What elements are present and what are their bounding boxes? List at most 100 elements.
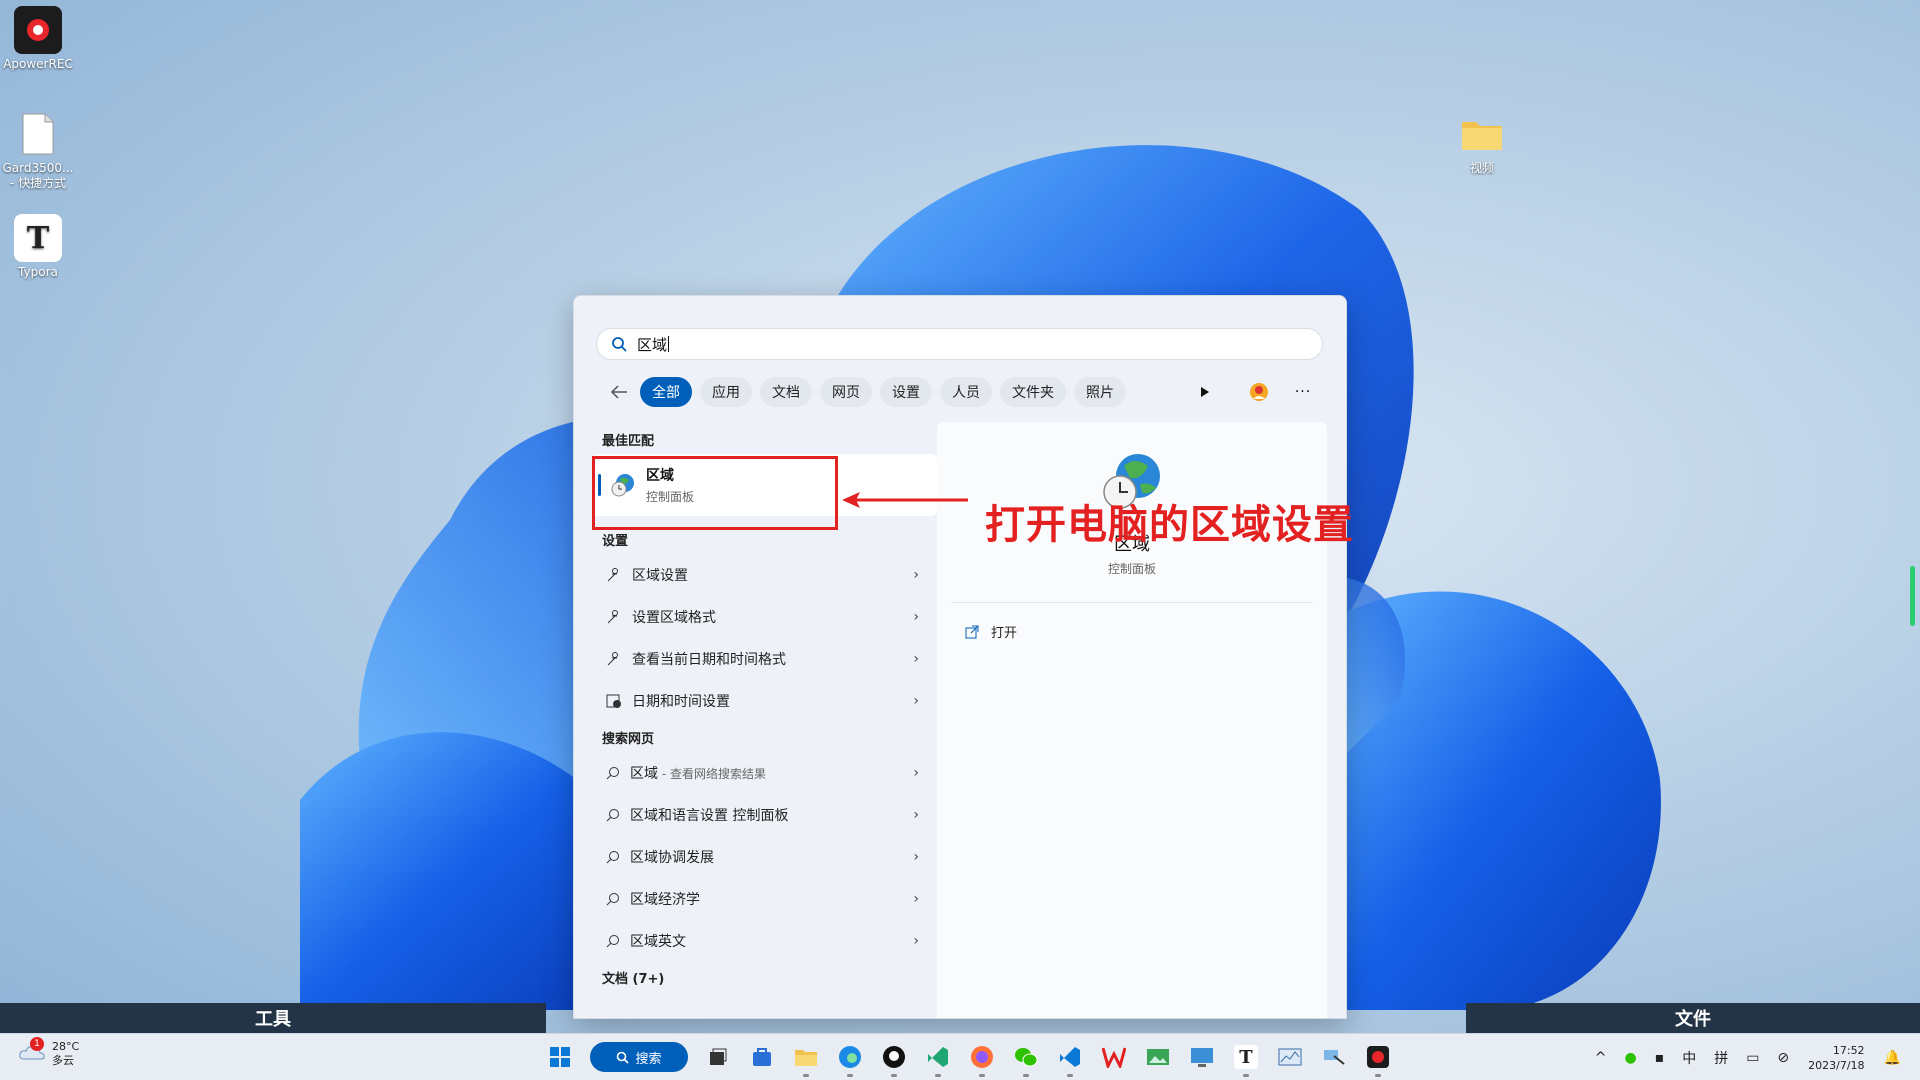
filter-apps[interactable]: 应用: [700, 377, 752, 407]
github-icon: [883, 1046, 905, 1068]
settings-person-icon: [607, 652, 618, 666]
folder-icon: [795, 1050, 817, 1066]
volume-muted-icon[interactable]: ⊘: [1777, 1050, 1789, 1066]
chevron-right-icon: ›: [913, 849, 919, 865]
tray-wechat-icon[interactable]: ●: [1624, 1050, 1636, 1066]
settings-item-label: 日期和时间设置: [632, 694, 730, 710]
desktop-icon-video-folder[interactable]: 视频: [1444, 110, 1520, 176]
open-action[interactable]: 打开: [965, 622, 1017, 641]
play-icon: [1201, 387, 1209, 397]
settings-item-region-settings[interactable]: 区域设置 ›: [592, 554, 937, 596]
more-options-button[interactable]: ···: [1288, 377, 1318, 407]
windows-logo-icon: [550, 1047, 570, 1067]
calendar-clock-icon: [606, 694, 621, 708]
taskbar-store[interactable]: [745, 1040, 779, 1074]
web-result-label: 区域和语言设置 控制面板: [630, 808, 789, 824]
open-external-icon: [965, 625, 979, 638]
best-match-title: 最佳匹配: [602, 433, 655, 449]
filter-web[interactable]: 网页: [820, 377, 872, 407]
filter-documents[interactable]: 文档: [760, 377, 812, 407]
start-button[interactable]: [543, 1040, 577, 1074]
taskbar-wechat[interactable]: [1009, 1040, 1043, 1077]
account-avatar[interactable]: [1244, 377, 1274, 407]
desktop-icon-label: ApowerREC: [3, 57, 73, 71]
clock[interactable]: 17:52 2023/7/18: [1808, 1043, 1864, 1073]
start-search-panel: 区域 全部 应用 文档 网页 设置 人员 文件夹 照片 ··· 最佳匹配 区域: [573, 295, 1347, 1019]
taskbar-apowerrec[interactable]: [1361, 1040, 1395, 1077]
monitor-chart-icon: [1278, 1048, 1302, 1066]
notification-bell-icon[interactable]: 🔔: [1884, 1050, 1901, 1066]
folder-icon: [1458, 110, 1506, 158]
settings-item-region-format[interactable]: 设置区域格式 ›: [592, 596, 937, 638]
back-button[interactable]: [604, 377, 634, 407]
store-icon: [753, 1048, 771, 1066]
taskbar-edge[interactable]: [833, 1040, 867, 1077]
typora-icon: T: [1234, 1045, 1258, 1069]
tray-app-icon[interactable]: ▪: [1655, 1050, 1665, 1066]
clock-time: 17:52: [1832, 1043, 1865, 1057]
system-tray: ^ ● ▪ 中 拼 ▭ ⊘ 17:52 2023/7/18 🔔: [1586, 1034, 1910, 1080]
chevron-right-icon: ›: [913, 609, 919, 625]
taskbar-typora[interactable]: T: [1229, 1040, 1263, 1077]
settings-item-view-datetime-format[interactable]: 查看当前日期和时间格式 ›: [592, 638, 937, 680]
web-result-region[interactable]: 区域 - 查看网络搜索结果 ›: [592, 752, 937, 794]
taskbar-remote-desktop[interactable]: [1185, 1040, 1219, 1074]
more-filters-button[interactable]: [1190, 377, 1220, 407]
documents-section-title[interactable]: 文档 (7+): [592, 962, 937, 992]
taskbar-search-label: 搜索: [635, 1051, 662, 1067]
open-label: 打开: [991, 626, 1018, 641]
edge-indicator: [1910, 566, 1915, 626]
chevron-right-icon: ›: [913, 807, 919, 823]
web-result-hint: - 查看网络搜索结果: [658, 767, 766, 781]
search-query: 区域: [637, 335, 668, 354]
filter-all[interactable]: 全部: [640, 377, 692, 407]
taskbar-vscode-insiders[interactable]: [921, 1040, 955, 1077]
web-result-region-development[interactable]: 区域协调发展 ›: [592, 836, 937, 878]
web-result-region-language[interactable]: 区域和语言设置 控制面板 ›: [592, 794, 937, 836]
vscode-icon: [1060, 1047, 1080, 1067]
taskbar-image-viewer[interactable]: [1141, 1040, 1175, 1074]
desktop-icon-label: 视频: [1469, 161, 1494, 175]
filter-people[interactable]: 人员: [940, 377, 992, 407]
tray-input-language[interactable]: 中: [1682, 1048, 1696, 1068]
web-result-region-english[interactable]: 区域英文 ›: [592, 920, 937, 962]
image-viewer-icon: [1147, 1049, 1169, 1065]
chevron-right-icon: ›: [913, 693, 919, 709]
chevron-right-icon: ›: [913, 567, 919, 583]
settings-item-label: 设置区域格式: [632, 610, 716, 626]
taskbar-wps[interactable]: [1097, 1040, 1131, 1074]
taskbar-github[interactable]: [877, 1040, 911, 1077]
file-icon: [14, 110, 62, 158]
firefox-icon: [971, 1046, 993, 1068]
settings-item-label: 查看当前日期和时间格式: [632, 652, 786, 668]
task-view-icon: [710, 1048, 727, 1065]
taskbar-apps: 搜索 T: [538, 1040, 1400, 1077]
search-icon: [606, 935, 619, 948]
filter-folders[interactable]: 文件夹: [1000, 377, 1066, 407]
filter-settings[interactable]: 设置: [880, 377, 932, 407]
network-icon[interactable]: ▭: [1746, 1050, 1759, 1066]
desktop-icon-typora[interactable]: T Typora: [0, 214, 76, 280]
web-result-label: 区域协调发展: [630, 850, 714, 866]
more-icon: ···: [1294, 384, 1312, 400]
web-result-regional-economics[interactable]: 区域经济学 ›: [592, 878, 937, 920]
taskbar: 1 28°C 多云 搜索 T ^ ● ▪ 中 拼 ▭ ⊘ 17:52 2023/…: [0, 1033, 1920, 1080]
search-input[interactable]: 区域: [596, 328, 1323, 360]
desktop-icon-apowerrec[interactable]: ApowerREC: [0, 6, 76, 72]
taskbar-firefox[interactable]: [965, 1040, 999, 1077]
weather-desc: 多云: [52, 1054, 74, 1067]
taskbar-resource-monitor[interactable]: [1273, 1040, 1307, 1074]
weather-temp: 28°C: [52, 1040, 80, 1053]
task-view-button[interactable]: [701, 1040, 735, 1074]
weather-widget[interactable]: 1 28°C 多云: [18, 1037, 80, 1068]
tray-ime-mode[interactable]: 拼: [1714, 1048, 1728, 1068]
annotation-arrow-icon: [842, 492, 968, 508]
settings-item-datetime-settings[interactable]: 日期和时间设置 ›: [592, 680, 937, 722]
desktop-icon-shortcut[interactable]: Gard3500... - 快捷方式: [0, 110, 76, 191]
taskbar-file-explorer[interactable]: [789, 1040, 823, 1077]
taskbar-vscode[interactable]: [1053, 1040, 1087, 1077]
taskbar-search-button[interactable]: 搜索: [590, 1042, 688, 1072]
taskbar-network-tool[interactable]: [1317, 1040, 1351, 1074]
tray-overflow-chevron-up-icon[interactable]: ^: [1595, 1050, 1607, 1066]
filter-photos[interactable]: 照片: [1074, 377, 1126, 407]
